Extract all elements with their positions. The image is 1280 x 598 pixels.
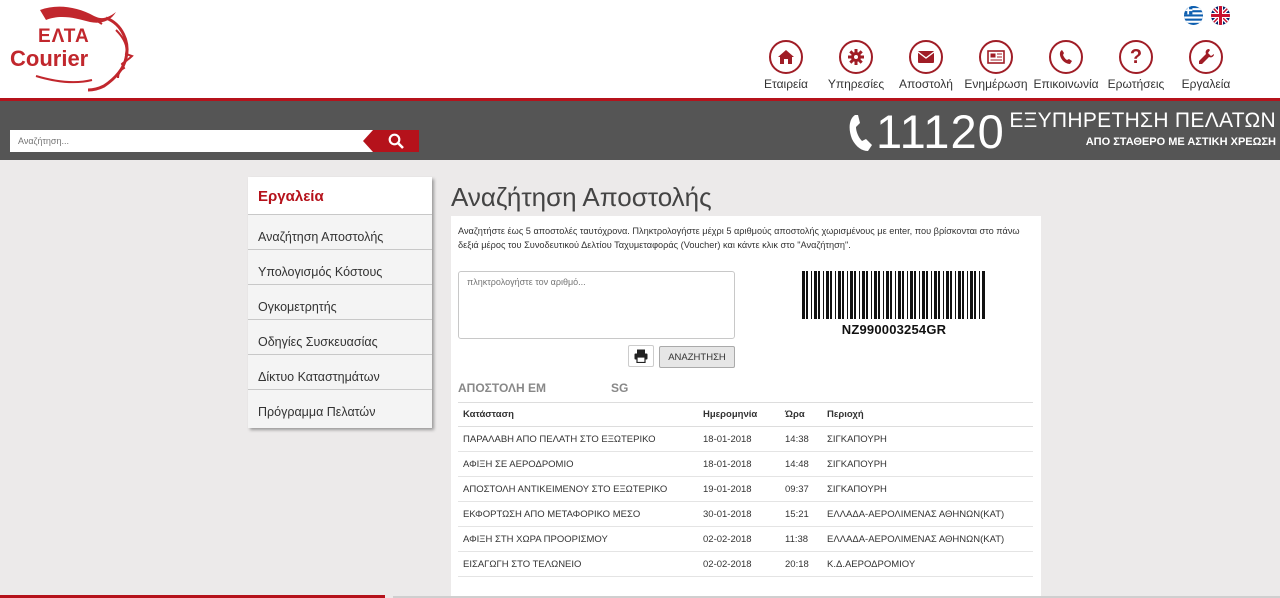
sidebar-item-customer-program[interactable]: Πρόγραμμα Πελατών: [248, 390, 432, 425]
cell-area: ΣΙΓΚΑΠΟΥΡΗ: [822, 476, 1033, 502]
logo-text-elta: ΕΛΤΑ: [38, 26, 90, 47]
nav-label: Εργαλεία: [1181, 77, 1231, 91]
nav-label: Επικοινωνία: [1033, 77, 1099, 91]
gear-icon: [839, 40, 873, 74]
cell-time: 09:37: [780, 476, 822, 502]
nav-label: Υπηρεσίες: [827, 77, 885, 91]
tracking-history-table: Κατάσταση Ημερομηνία Ώρα Περιοχή ΠΑΡΑΛΑΒ…: [458, 402, 1033, 577]
cell-status: ΕΚΦΟΡΤΩΣΗ ΑΠΟ ΜΕΤΑΦΟΡΙΚΟ ΜΕΣΟ: [458, 501, 698, 527]
printer-icon: [634, 349, 648, 363]
cell-time: 11:38: [780, 526, 822, 552]
sidebar-title: Εργαλεία: [248, 177, 432, 215]
cell-date: 02-02-2018: [698, 551, 780, 577]
language-switcher: [1184, 6, 1230, 25]
shipment-search-panel: Αναζητήστε έως 5 αποστολές ταυτόχρονα. Π…: [451, 216, 1041, 598]
shipment-label: ΑΠΟΣΤΟΛΗ ΕΜ: [458, 381, 546, 395]
cell-status: ΑΦΙΞΗ ΣΤΗ ΧΩΡΑ ΠΡΟΟΡΙΣΜΟΥ: [458, 526, 698, 552]
wrench-icon: [1189, 40, 1223, 74]
logo-text-courier: Courier: [10, 46, 89, 71]
sidebar-item-volume-meter[interactable]: Ογκομετρητής: [248, 285, 432, 320]
table-row: ΕΚΦΟΡΤΩΣΗ ΑΠΟ ΜΕΤΑΦΟΡΙΚΟ ΜΕΣΟ 30-01-2018…: [458, 501, 1033, 527]
tools-sidebar: Εργαλεία Αναζήτηση Αποστολής Υπολογισμός…: [248, 177, 432, 428]
greek-flag-icon[interactable]: [1184, 6, 1203, 25]
cell-area: ΣΙΓΚΑΠΟΥΡΗ: [822, 426, 1033, 452]
cell-date: 19-01-2018: [698, 476, 780, 502]
cell-time: 15:21: [780, 501, 822, 527]
phone-icon: [1049, 40, 1083, 74]
nav-item-news[interactable]: Ενημέρωση: [960, 40, 1032, 91]
barcode-bars: [802, 271, 985, 319]
barcode: NZ990003254GR: [802, 271, 986, 339]
cell-date: 18-01-2018: [698, 451, 780, 477]
cell-area: Κ.Δ.ΑΕΡΟΔΡΟΜΙΟΥ: [822, 551, 1033, 577]
site-search-button[interactable]: [363, 130, 419, 152]
uk-flag-icon[interactable]: [1211, 6, 1230, 25]
cell-area: ΕΛΛΑΔΑ-ΑΕΡΟΛΙΜΕΝΑΣ ΑΘΗΝΩΝ(ΚΑΤ): [822, 526, 1033, 552]
nav-item-services[interactable]: Υπηρεσίες: [820, 40, 892, 91]
sidebar-item-cost-calculator[interactable]: Υπολογισμός Κόστους: [248, 250, 432, 285]
cell-time: 20:18: [780, 551, 822, 577]
cell-time: 14:48: [780, 451, 822, 477]
nav-item-faq[interactable]: ? Ερωτήσεις: [1100, 40, 1172, 91]
sidebar-item-shipment-search[interactable]: Αναζήτηση Αποστολής: [248, 215, 432, 250]
barcode-number: NZ990003254GR: [841, 322, 947, 337]
cell-date: 30-01-2018: [698, 501, 780, 527]
nav-item-company[interactable]: Εταιρεία: [750, 40, 822, 91]
instructions-text: Αναζητήστε έως 5 αποστολές ταυτόχρονα. Π…: [458, 226, 1020, 250]
tracking-number-input[interactable]: [458, 271, 735, 339]
site-search-input[interactable]: [10, 130, 373, 152]
cell-date: 18-01-2018: [698, 426, 780, 452]
sidebar-item-packaging-guide[interactable]: Οδηγίες Συσκευασίας: [248, 320, 432, 355]
search-icon: [388, 133, 404, 149]
hotline: 11120: [846, 105, 1016, 159]
search-submit-button[interactable]: ΑΝΑΖΗΤΗΣΗ: [659, 346, 735, 368]
column-header-date: Ημερομηνία: [698, 402, 780, 427]
print-button[interactable]: [628, 345, 654, 367]
nav-item-tools[interactable]: Εργαλεία: [1170, 40, 1242, 91]
cell-status: ΑΠΟΣΤΟΛΗ ΑΝΤΙΚΕΙΜΕΝΟΥ ΣΤΟ ΕΞΩΤΕΡΙΚΟ: [458, 476, 698, 502]
cell-date: 02-02-2018: [698, 526, 780, 552]
nav-item-contact[interactable]: Επικοινωνία: [1030, 40, 1102, 91]
sidebar-item-store-network[interactable]: Δίκτυο Καταστημάτων: [248, 355, 432, 390]
nav-label: Ενημέρωση: [964, 77, 1028, 91]
phone-handset-icon: [849, 115, 872, 151]
column-header-status: Κατάσταση: [458, 402, 698, 427]
cell-area: ΣΙΓΚΑΠΟΥΡΗ: [822, 451, 1033, 477]
nav-label: Αποστολή: [899, 77, 953, 91]
elta-courier-logo[interactable]: ΕΛΤΑ Courier: [6, 2, 136, 92]
customer-service-subtitle: ΑΠΟ ΣΤΑΘΕΡΟ ΜΕ ΑΣΤΙΚΗ ΧΡΕΩΣΗ: [1085, 136, 1276, 148]
table-row: ΕΙΣΑΓΩΓΗ ΣΤΟ ΤΕΛΩΝΕΙΟ 02-02-2018 20:18 Κ…: [458, 551, 1033, 577]
table-row: ΑΦΙΞΗ ΣΤΗ ΧΩΡΑ ΠΡΟΟΡΙΣΜΟΥ 02-02-2018 11:…: [458, 526, 1033, 552]
customer-service-title: ΕΞΥΠΗΡΕΤΗΣΗ ΠΕΛΑΤΩΝ: [1009, 109, 1276, 132]
newspaper-icon: [979, 40, 1013, 74]
question-icon: ?: [1119, 40, 1153, 74]
cell-status: ΑΦΙΞΗ ΣΕ ΑΕΡΟΔΡΟΜΙΟ: [458, 451, 698, 477]
column-header-time: Ώρα: [780, 402, 822, 427]
main-nav: Εταιρεία Υπηρεσίες Αποστολή Ενημέρωση Επ…: [756, 40, 1280, 96]
table-row: ΑΦΙΞΗ ΣΕ ΑΕΡΟΔΡΟΜΙΟ 18-01-2018 14:48 ΣΙΓ…: [458, 451, 1033, 477]
cell-status: ΕΙΣΑΓΩΓΗ ΣΤΟ ΤΕΛΩΝΕΙΟ: [458, 551, 698, 577]
hotline-number: 11120: [876, 105, 1005, 158]
table-row: ΑΠΟΣΤΟΛΗ ΑΝΤΙΚΕΙΜΕΝΟΥ ΣΤΟ ΕΞΩΤΕΡΙΚΟ 19-0…: [458, 476, 1033, 502]
site-header: ΕΛΤΑ Courier Εταιρεία Υπηρεσίες Αποστολή…: [0, 0, 1280, 98]
cell-status: ΠΑΡΑΛΑΒΗ ΑΠΟ ΠΕΛΑΤΗ ΣΤΟ ΕΞΩΤΕΡΙΚΟ: [458, 426, 698, 452]
table-header-row: Κατάσταση Ημερομηνία Ώρα Περιοχή: [458, 402, 1033, 427]
envelope-icon: [909, 40, 943, 74]
home-icon: [769, 40, 803, 74]
cell-area: ΕΛΛΑΔΑ-ΑΕΡΟΛΙΜΕΝΑΣ ΑΘΗΝΩΝ(ΚΑΤ): [822, 501, 1033, 527]
cell-time: 14:38: [780, 426, 822, 452]
nav-label: Ερωτήσεις: [1107, 77, 1165, 91]
top-bar: 11120 ΕΞΥΠΗΡΕΤΗΣΗ ΠΕΛΑΤΩΝ ΑΠΟ ΣΤΑΘΕΡΟ ΜΕ…: [0, 101, 1280, 160]
page-title: Αναζήτηση Αποστολής: [451, 182, 712, 212]
nav-item-shipment[interactable]: Αποστολή: [890, 40, 962, 91]
table-row: ΠΑΡΑΛΑΒΗ ΑΠΟ ΠΕΛΑΤΗ ΣΤΟ ΕΞΩΤΕΡΙΚΟ 18-01-…: [458, 426, 1033, 452]
column-header-area: Περιοχή: [822, 402, 1033, 427]
nav-label: Εταιρεία: [764, 77, 808, 91]
shipment-code: SG: [611, 381, 629, 395]
